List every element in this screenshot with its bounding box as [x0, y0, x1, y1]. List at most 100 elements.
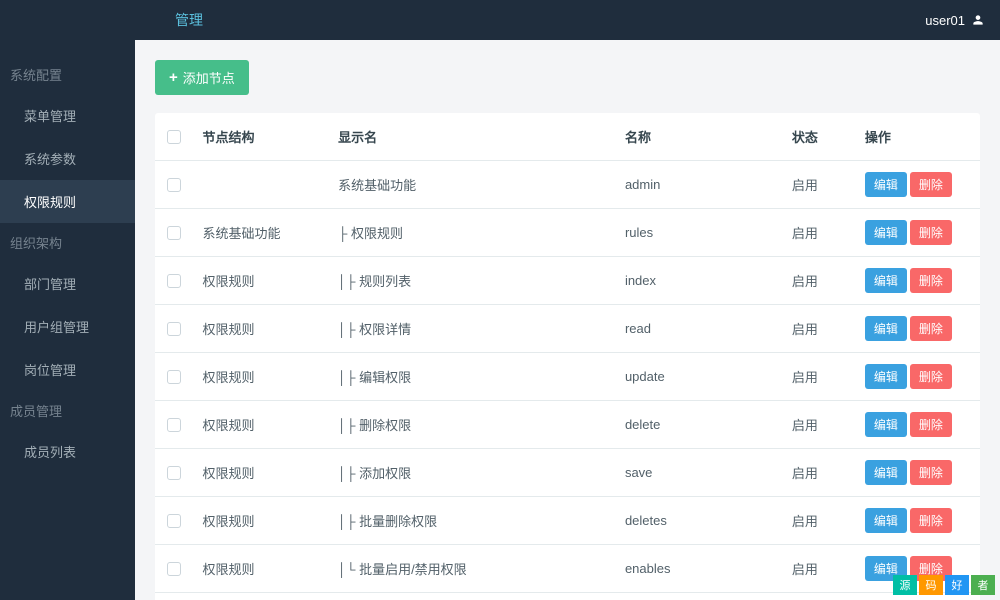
cell-status: 启用	[782, 449, 855, 497]
plus-icon: +	[169, 69, 178, 86]
topbar-left: 管理	[15, 10, 203, 30]
cell-name: save	[615, 449, 782, 497]
edit-button[interactable]: 编辑	[865, 268, 907, 293]
header-structure: 节点结构	[193, 113, 329, 161]
cell-name: index	[615, 257, 782, 305]
cell-display-name: 系统基础功能	[328, 161, 615, 209]
edit-button[interactable]: 编辑	[865, 364, 907, 389]
cell-status: 启用	[782, 209, 855, 257]
cell-name: update	[615, 353, 782, 401]
edit-button[interactable]: 编辑	[865, 220, 907, 245]
cell-status: 启用	[782, 353, 855, 401]
cell-structure: 权限规则	[193, 449, 329, 497]
cell-display-name: │├ 权限详情	[328, 305, 615, 353]
header-name: 名称	[615, 113, 782, 161]
edit-button[interactable]: 编辑	[865, 172, 907, 197]
table-row: 权限规则│├ 删除权限delete启用编辑删除	[155, 401, 980, 449]
edit-button[interactable]: 编辑	[865, 508, 907, 533]
delete-button[interactable]: 删除	[910, 460, 952, 485]
delete-button[interactable]: 删除	[910, 172, 952, 197]
row-checkbox[interactable]	[167, 322, 181, 336]
row-checkbox[interactable]	[167, 226, 181, 240]
table-row: 权限规则│├ 批量删除权限deletes启用编辑删除	[155, 497, 980, 545]
logo	[15, 10, 135, 30]
edit-button[interactable]: 编辑	[865, 412, 907, 437]
add-node-label: 添加节点	[183, 68, 235, 87]
cell-structure	[193, 161, 329, 209]
cell-display-name: │├ 编辑权限	[328, 353, 615, 401]
cell-structure: 权限规则	[193, 545, 329, 593]
add-node-button[interactable]: + 添加节点	[155, 60, 249, 95]
main-content: + 添加节点 节点结构 显示名 名称 状态 操作 系统基础功能admin启用编辑…	[135, 40, 1000, 600]
table-row: 权限规则│├ 规则列表index启用编辑删除	[155, 257, 980, 305]
cell-name: enables	[615, 545, 782, 593]
cell-structure: 权限规则	[193, 497, 329, 545]
cell-structure: 权限规则	[193, 305, 329, 353]
header-operations: 操作	[855, 113, 980, 161]
sidebar-item[interactable]: 岗位管理	[0, 348, 135, 391]
table-header-row: 节点结构 显示名 名称 状态 操作	[155, 113, 980, 161]
cell-structure: 系统基础功能	[193, 593, 329, 600]
table-container: 节点结构 显示名 名称 状态 操作 系统基础功能admin启用编辑删除系统基础功…	[155, 113, 980, 600]
cell-name: delete	[615, 401, 782, 449]
watermark: 源 码 好 者	[893, 575, 995, 595]
table-row: 权限规则│├ 添加权限save启用编辑删除	[155, 449, 980, 497]
user-menu[interactable]: user01	[925, 13, 985, 28]
cell-display-name: ├ 菜单管理	[328, 593, 615, 600]
delete-button[interactable]: 删除	[910, 364, 952, 389]
cell-structure: 系统基础功能	[193, 209, 329, 257]
cell-status: 启用	[782, 593, 855, 600]
topbar-nav-link[interactable]: 管理	[175, 10, 203, 30]
username-label: user01	[925, 13, 965, 28]
row-checkbox[interactable]	[167, 466, 181, 480]
cell-name: read	[615, 305, 782, 353]
header-status: 状态	[782, 113, 855, 161]
delete-button[interactable]: 删除	[910, 508, 952, 533]
sidebar-item[interactable]: 权限规则	[0, 180, 135, 223]
sidebar-item[interactable]: 用户组管理	[0, 305, 135, 348]
cell-structure: 权限规则	[193, 401, 329, 449]
cell-display-name: │├ 规则列表	[328, 257, 615, 305]
sidebar-item[interactable]: 系统参数	[0, 137, 135, 180]
table-row: 权限规则│├ 编辑权限update启用编辑删除	[155, 353, 980, 401]
row-checkbox[interactable]	[167, 274, 181, 288]
sidebar-section-title: 成员管理	[0, 391, 135, 430]
row-checkbox[interactable]	[167, 514, 181, 528]
cell-status: 启用	[782, 305, 855, 353]
row-checkbox[interactable]	[167, 370, 181, 384]
row-checkbox[interactable]	[167, 178, 181, 192]
sidebar-section-title: 系统配置	[0, 55, 135, 94]
cell-status: 启用	[782, 497, 855, 545]
select-all-checkbox[interactable]	[167, 130, 181, 144]
delete-button[interactable]: 删除	[910, 316, 952, 341]
cell-name: menus	[615, 593, 782, 600]
sidebar-section-title: 组织架构	[0, 223, 135, 262]
cell-structure: 权限规则	[193, 257, 329, 305]
row-checkbox[interactable]	[167, 562, 181, 576]
table-row: 权限规则│├ 权限详情read启用编辑删除	[155, 305, 980, 353]
delete-button[interactable]: 删除	[910, 220, 952, 245]
user-icon	[971, 13, 985, 27]
topbar: 管理 user01	[0, 0, 1000, 40]
cell-display-name: │├ 添加权限	[328, 449, 615, 497]
cell-name: deletes	[615, 497, 782, 545]
delete-button[interactable]: 删除	[910, 412, 952, 437]
cell-status: 启用	[782, 161, 855, 209]
table-row: 系统基础功能├ 权限规则rules启用编辑删除	[155, 209, 980, 257]
edit-button[interactable]: 编辑	[865, 460, 907, 485]
cell-structure: 权限规则	[193, 353, 329, 401]
delete-button[interactable]: 删除	[910, 268, 952, 293]
cell-display-name: │└ 批量启用/禁用权限	[328, 545, 615, 593]
sidebar-item[interactable]: 部门管理	[0, 262, 135, 305]
cell-name: rules	[615, 209, 782, 257]
cell-status: 启用	[782, 257, 855, 305]
rules-table: 节点结构 显示名 名称 状态 操作 系统基础功能admin启用编辑删除系统基础功…	[155, 113, 980, 600]
row-checkbox[interactable]	[167, 418, 181, 432]
cell-name: admin	[615, 161, 782, 209]
edit-button[interactable]: 编辑	[865, 316, 907, 341]
sidebar-item[interactable]: 成员列表	[0, 430, 135, 473]
sidebar: 系统配置菜单管理系统参数权限规则组织架构部门管理用户组管理岗位管理成员管理成员列…	[0, 40, 135, 600]
sidebar-item[interactable]: 菜单管理	[0, 94, 135, 137]
cell-display-name: │├ 批量删除权限	[328, 497, 615, 545]
header-display-name: 显示名	[328, 113, 615, 161]
